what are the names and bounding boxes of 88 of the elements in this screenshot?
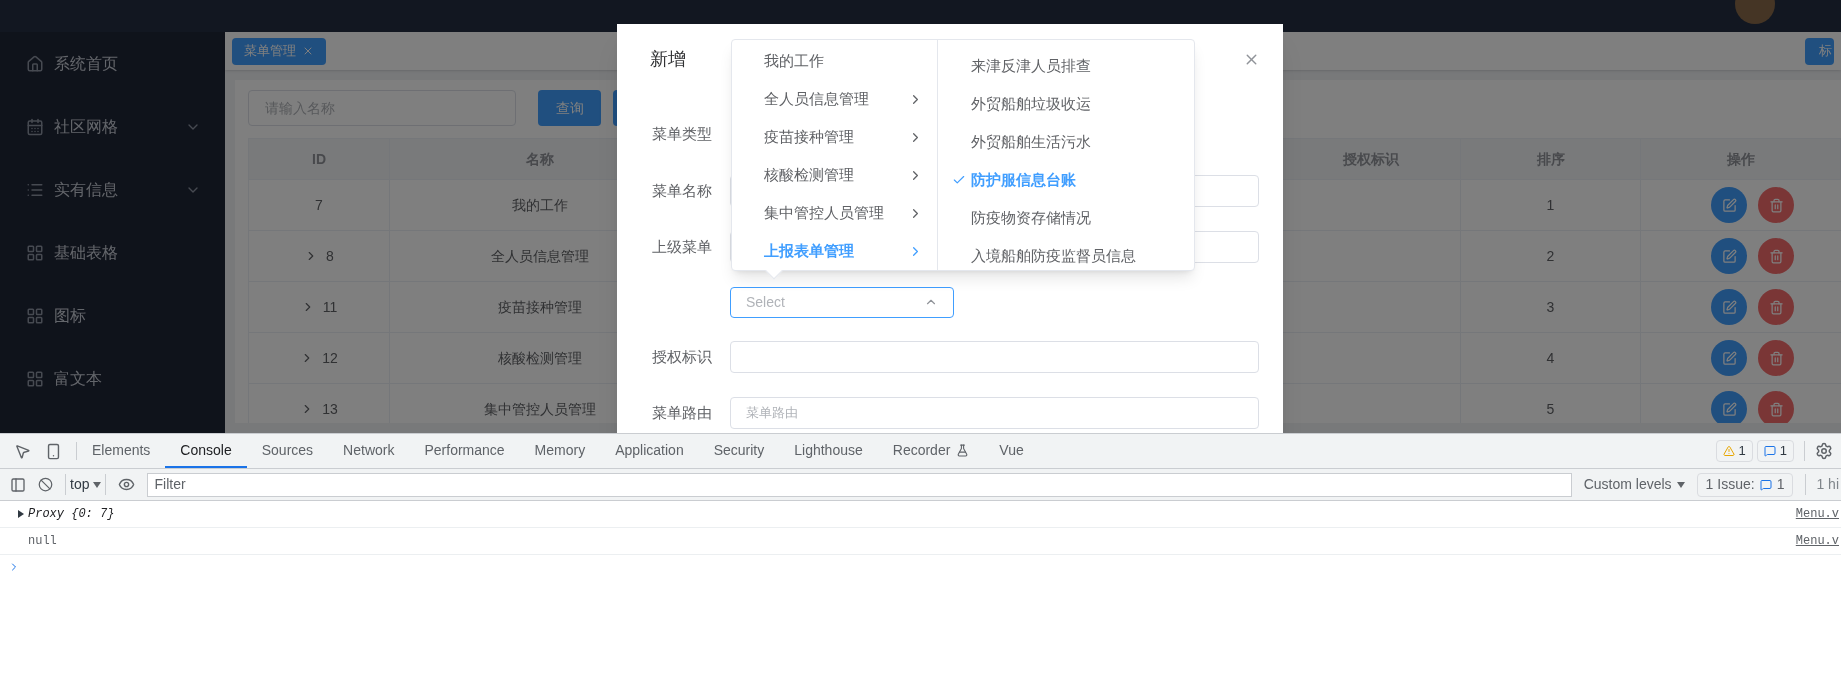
issues-button[interactable]: 1 Issue: 1 — [1696, 472, 1794, 497]
filter-field[interactable]: Filter — [147, 472, 1572, 497]
sidebar-item[interactable]: 基础表格 — [0, 221, 225, 284]
text-field[interactable] — [730, 341, 1259, 373]
devtools-tab[interactable]: Performance — [409, 434, 520, 468]
warning-icon — [1722, 445, 1735, 457]
source-link[interactable]: Menu.v — [1795, 505, 1839, 523]
settings-icon[interactable] — [1815, 442, 1833, 460]
cascader-option[interactable]: 核酸检测管理 — [732, 156, 937, 194]
cascader-option[interactable]: 外贸船舶垃圾收运 — [938, 85, 1194, 123]
edit-button[interactable] — [1711, 391, 1747, 423]
devtools-tab[interactable]: Memory — [519, 434, 601, 468]
trash-icon — [1768, 299, 1784, 315]
edit-button[interactable] — [1711, 340, 1747, 376]
edit-icon — [1721, 197, 1737, 213]
menu-icon — [26, 243, 44, 262]
trash-icon — [1768, 248, 1784, 264]
edit-button[interactable] — [1711, 187, 1747, 223]
eye-icon[interactable] — [118, 476, 136, 493]
edit-icon — [1721, 248, 1737, 264]
table-cell: 2 — [1461, 231, 1641, 282]
dropdown-triangle-icon — [1676, 481, 1685, 488]
edit-icon — [1721, 299, 1737, 315]
devtools-tab[interactable]: Network — [328, 434, 410, 468]
table-cell: 1 — [1461, 180, 1641, 231]
table-cell: 3 — [1461, 282, 1641, 333]
devtools-tab[interactable]: Security — [698, 434, 780, 468]
cascader-option[interactable]: 防疫物资存储情况 — [938, 199, 1194, 237]
close-icon[interactable] — [302, 45, 314, 57]
warnings-badge[interactable]: 1 — [1715, 440, 1753, 462]
menu-icon — [26, 306, 44, 325]
trash-icon — [1768, 350, 1784, 366]
sidebar-item[interactable]: 系统首页 — [0, 32, 225, 95]
message-icon — [1763, 445, 1776, 457]
cascader-option[interactable]: 全人员信息管理 — [732, 80, 937, 118]
message-icon — [1759, 478, 1772, 491]
sidebar-item[interactable]: 图标 — [0, 284, 225, 347]
inspect-icon[interactable] — [14, 442, 31, 460]
edit-button[interactable] — [1711, 238, 1747, 274]
context-select[interactable]: top — [65, 474, 107, 495]
cascader-option[interactable]: 入境船舶防疫监督员信息 — [938, 237, 1194, 275]
delete-button[interactable] — [1758, 238, 1794, 274]
cascader-option[interactable]: 疫苗接种管理 — [732, 118, 937, 156]
trash-icon — [1768, 197, 1784, 213]
devtools-tab[interactable]: Elements — [77, 434, 166, 468]
console-message: Proxy {0: 7} — [28, 506, 116, 523]
devtools-tab[interactable]: Recorder — [877, 434, 985, 468]
device-icon[interactable] — [45, 442, 62, 460]
delete-button[interactable] — [1758, 187, 1794, 223]
menu-icon — [26, 369, 44, 388]
flask-icon — [956, 443, 970, 457]
devtools-tab[interactable]: Sources — [246, 434, 329, 468]
delete-button[interactable] — [1758, 289, 1794, 325]
cascader-option[interactable]: 我的工作 — [732, 42, 937, 80]
expand-triangle-icon[interactable] — [18, 510, 24, 518]
field-label: 菜单路由 — [652, 402, 713, 423]
edit-button[interactable] — [1711, 289, 1747, 325]
table-cell: 7 — [249, 180, 390, 231]
levels-dropdown[interactable]: Custom levels — [1583, 474, 1685, 495]
sidebar-item[interactable]: 富文本 — [0, 347, 225, 410]
cascader-option[interactable]: 外贸船舶生活污水 — [938, 123, 1194, 161]
cascader-option[interactable]: 集中管控人员管理 — [732, 194, 937, 232]
trash-icon — [1768, 401, 1784, 417]
table-cell: 11 — [249, 282, 390, 333]
sidebar-toggle-icon[interactable] — [10, 476, 26, 493]
cascader-option[interactable]: 来津反津人员排查 — [938, 47, 1194, 85]
table-cell: 4 — [1461, 333, 1641, 384]
devtools-tab[interactable]: Application — [600, 434, 699, 468]
source-link[interactable]: Menu.v — [1795, 532, 1839, 550]
check-icon — [952, 173, 966, 187]
dropdown-triangle-icon — [93, 481, 102, 488]
hidden-count: 1 hi — [1805, 474, 1841, 495]
devtools-tab[interactable]: Lighthouse — [779, 434, 878, 468]
menu-icon — [26, 117, 44, 136]
table-cell: 12 — [249, 333, 390, 384]
sidebar-item[interactable]: 实有信息 — [0, 158, 225, 221]
clear-icon[interactable] — [38, 477, 53, 492]
dialog-title: 新增 — [650, 48, 686, 71]
delete-button[interactable] — [1758, 340, 1794, 376]
sidebar-item[interactable]: 社区网格 — [0, 95, 225, 158]
devtools-tab[interactable]: Vue — [984, 434, 1039, 468]
delete-button[interactable] — [1758, 391, 1794, 423]
messages-badge[interactable]: 1 — [1756, 440, 1794, 462]
console-message: null — [28, 533, 58, 550]
table-cell: 8 — [249, 231, 390, 282]
edit-icon — [1721, 350, 1737, 366]
edit-icon — [1721, 401, 1737, 417]
menu-icon — [26, 54, 44, 73]
